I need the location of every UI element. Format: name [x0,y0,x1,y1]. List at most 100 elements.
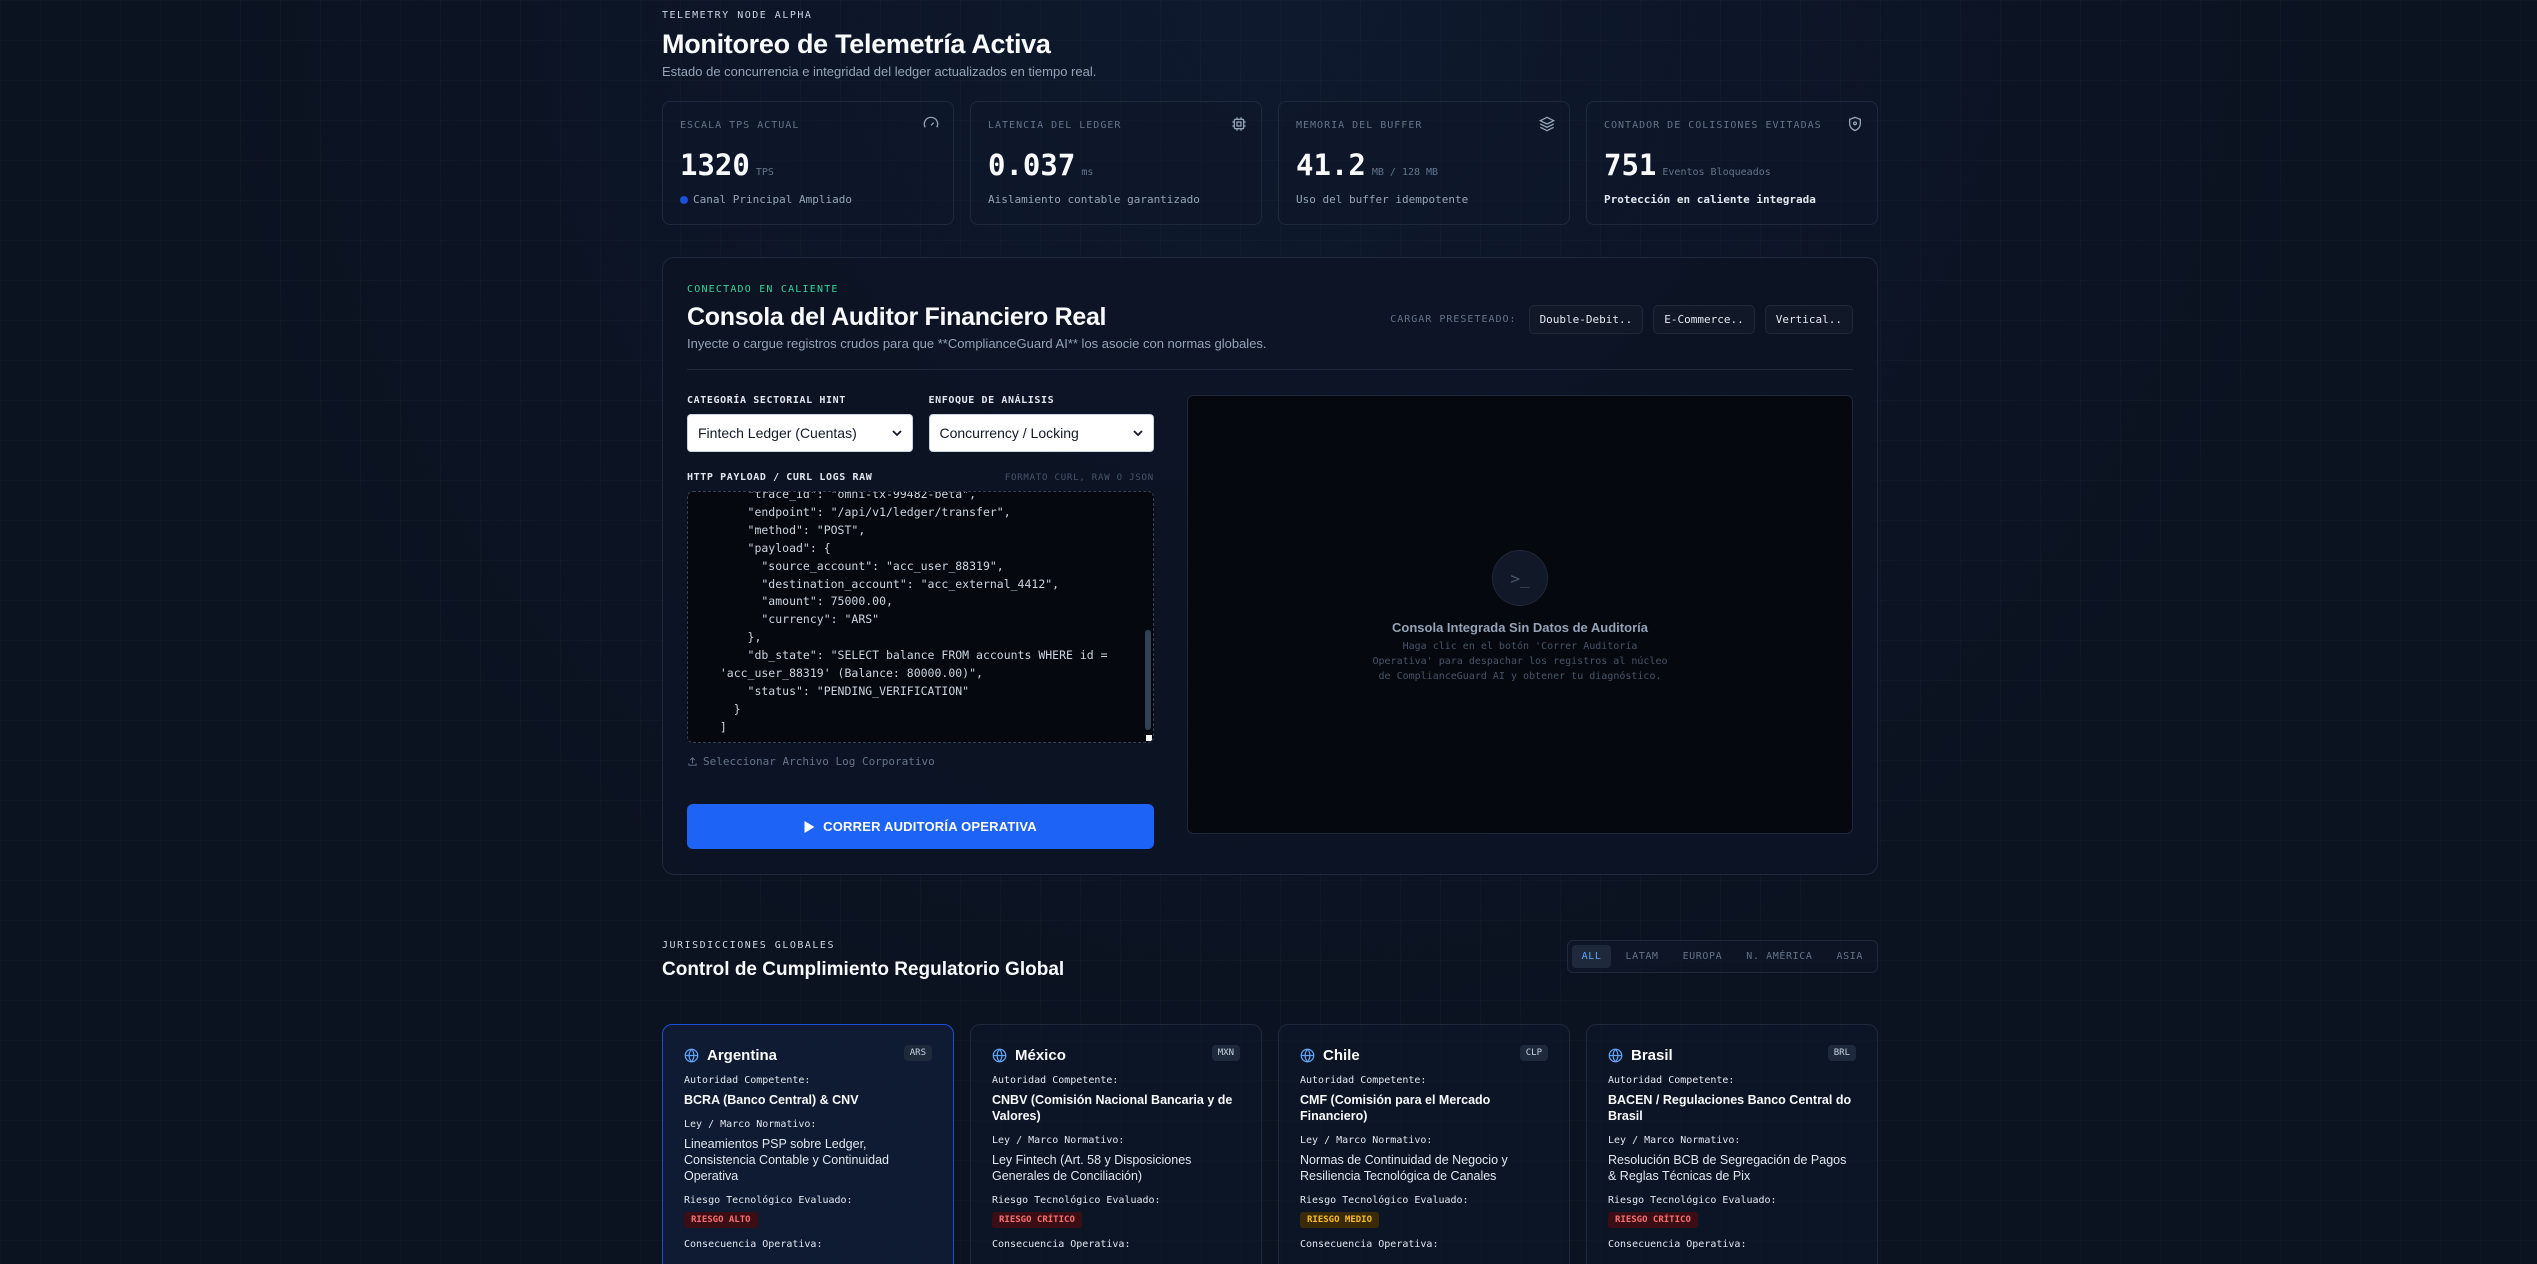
risk-key: Riesgo Tecnológico Evaluado: [992,1195,1161,1206]
country-name: Chile [1323,1047,1360,1064]
focus-label: ENFOQUE DE ANÁLISIS [928,395,1055,406]
payload-text: "trace_id": "omni-tx-99482-beta", "endpo… [719,491,1108,734]
globe-icon [992,1048,1007,1063]
law-value: Normas de Continuidad de Negocio y Resil… [1300,1153,1508,1183]
stat-label: CONTADOR DE COLISIONES EVITADAS [1604,120,1822,131]
authority-value: CMF (Comisión para el Mercado Financiero… [1300,1093,1491,1123]
risk-key: Riesgo Tecnológico Evaluado: [1608,1195,1777,1206]
category-select-value: Fintech Ledger (Cuentas) [698,425,857,441]
chevron-down-icon [1133,430,1143,437]
run-audit-button[interactable]: CORRER AUDITORÍA OPERATIVA [687,804,1154,849]
stat-value: 751 [1604,148,1657,182]
risk-badge: RIESGO CRÍTICO [992,1212,1082,1228]
filter-tab-latam[interactable]: LATAM [1615,945,1668,968]
authority-key: Autoridad Competente: [992,1075,1119,1086]
gauge-icon [923,116,939,128]
stat-label: ESCALA TPS ACTUAL [680,120,800,131]
authority-key: Autoridad Competente: [684,1075,811,1086]
law-key: Ley / Marco Normativo: [1608,1135,1741,1146]
law-key: Ley / Marco Normativo: [1300,1135,1433,1146]
risk-key: Riesgo Tecnológico Evaluado: [1300,1195,1469,1206]
stat-footer: Uso del buffer idempotente [1296,193,1469,206]
cpu-icon [1232,117,1246,131]
currency-badge: BRL [1827,1045,1856,1061]
filter-tab-all[interactable]: ALL [1571,945,1612,968]
preset-button-double-debit[interactable]: Double-Debit.. [1528,305,1644,334]
stat-value: 41.2 [1296,148,1366,182]
country-name: México [1015,1047,1066,1064]
preset-loader: CARGAR PRESETEADO: Double-Debit.. E-Comm… [1390,305,1853,334]
stat-card-memory: MEMORIA DEL BUFFER 41.2 MB / 128 MB Uso d… [1278,101,1570,225]
law-value: Lineamientos PSP sobre Ledger, Consisten… [684,1137,889,1183]
stat-unit: Eventos Bloqueados [1662,167,1771,178]
jurisdiction-card-brasil[interactable]: Brasil BRL Autoridad Competente: BACEN /… [1586,1024,1878,1264]
regulatory-section-header: JURISDICCIONES GLOBALES Control de Cumpl… [662,940,1878,981]
risk-badge: RIESGO MEDIO [1300,1212,1380,1228]
payload-textarea[interactable]: "trace_id": "omni-tx-99482-beta", "endpo… [687,491,1154,743]
consequence-key: Consecuencia Operativa: [684,1239,823,1250]
jurisdiction-cards: Argentina ARS Autoridad Competente: BCRA… [662,1024,1878,1264]
stat-footer: Aislamiento contable garantizado [988,193,1200,206]
consequence-key: Consecuencia Operativa: [992,1239,1131,1250]
textarea-scrollbar[interactable] [1145,630,1151,730]
category-select[interactable]: Fintech Ledger (Cuentas) [687,414,913,452]
authority-key: Autoridad Competente: [1608,1075,1735,1086]
stats-row: ESCALA TPS ACTUAL 1320 TPS Canal Principa… [662,101,1878,225]
upload-label: Seleccionar Archivo Log Corporativo [703,755,935,768]
chevron-down-icon [891,430,902,437]
jurisdiction-card-mexico[interactable]: México MXN Autoridad Competente: CNBV (C… [970,1024,1262,1264]
layers-icon [1539,116,1555,132]
globe-icon [1608,1048,1623,1063]
status-dot-icon [680,195,688,204]
currency-badge: CLP [1519,1045,1548,1061]
stat-value: 1320 [680,148,750,182]
connection-status: CONECTADO EN CALIENTE [687,284,839,295]
stat-unit: ms [1081,167,1094,178]
law-key: Ley / Marco Normativo: [992,1135,1125,1146]
stat-card-tps: ESCALA TPS ACTUAL 1320 TPS Canal Principa… [662,101,954,225]
filter-tab-north-america[interactable]: N. AMÉRICA [1736,945,1822,968]
payload-label: HTTP PAYLOAD / CURL LOGS RAW [687,472,873,483]
filter-tab-europa[interactable]: EUROPA [1673,945,1733,968]
filter-tab-asia[interactable]: ASIA [1827,945,1873,968]
page-subtitle: Estado de concurrencia e integridad del … [662,64,1097,79]
globe-icon [684,1048,699,1063]
stat-label: MEMORIA DEL BUFFER [1296,120,1423,131]
risk-badge: RIESGO CRÍTICO [1608,1212,1698,1228]
stat-label: LATENCIA DEL LEDGER [988,120,1122,131]
currency-badge: ARS [903,1045,932,1061]
authority-value: CNBV (Comisión Nacional Bancaria y de Va… [992,1093,1233,1123]
preset-label: CARGAR PRESETEADO: [1390,314,1517,325]
payload-format-hint: FORMATO CURL, RAW O JSON [1004,473,1154,483]
consequence-key: Consecuencia Operativa: [1300,1239,1439,1250]
audit-output-console: >_ Consola Integrada Sin Datos de Audito… [1187,395,1853,834]
console-description: Inyecte o cargue registros crudos para q… [687,336,1267,351]
currency-badge: MXN [1211,1045,1240,1061]
jurisdiction-card-chile[interactable]: Chile CLP Autoridad Competente: CMF (Com… [1278,1024,1570,1264]
play-icon [804,820,815,833]
resize-handle[interactable] [1146,735,1152,741]
stat-unit: TPS [755,167,774,178]
upload-log-link[interactable]: Seleccionar Archivo Log Corporativo [687,755,1154,768]
auditor-console-panel: CONECTADO EN CALIENTE Consola del Audito… [662,257,1878,875]
law-value: Ley Fintech (Art. 58 y Disposiciones Gen… [992,1153,1192,1183]
risk-badge: RIESGO ALTO [684,1212,758,1228]
empty-state-message: Haga clic en el botón 'Correr Auditoría … [1372,641,1668,682]
stat-value: 0.037 [988,148,1076,182]
page-header: TELEMETRY NODE ALPHA Monitoreo de Teleme… [662,10,1878,79]
stat-card-latency: LATENCIA DEL LEDGER 0.037 ms Aislamiento … [970,101,1262,225]
stat-footer: Canal Principal Ampliado [693,193,852,206]
shield-icon [1849,116,1861,132]
law-key: Ley / Marco Normativo: [684,1119,817,1130]
jurisdiction-card-argentina[interactable]: Argentina ARS Autoridad Competente: BCRA… [662,1024,954,1264]
focus-select-value: Concurrency / Locking [939,425,1079,441]
stat-card-collisions: CONTADOR DE COLISIONES EVITADAS 751 Event… [1586,101,1878,225]
preset-button-vertical[interactable]: Vertical.. [1764,305,1853,334]
globe-icon [1300,1048,1315,1063]
focus-select[interactable]: Concurrency / Locking [928,414,1154,452]
empty-state-title: Consola Integrada Sin Datos de Auditoría [1392,620,1648,635]
page-title: Monitoreo de Telemetría Activa [662,29,1051,59]
authority-key: Autoridad Competente: [1300,1075,1427,1086]
upload-icon [688,757,697,766]
preset-button-ecommerce[interactable]: E-Commerce.. [1653,305,1755,334]
